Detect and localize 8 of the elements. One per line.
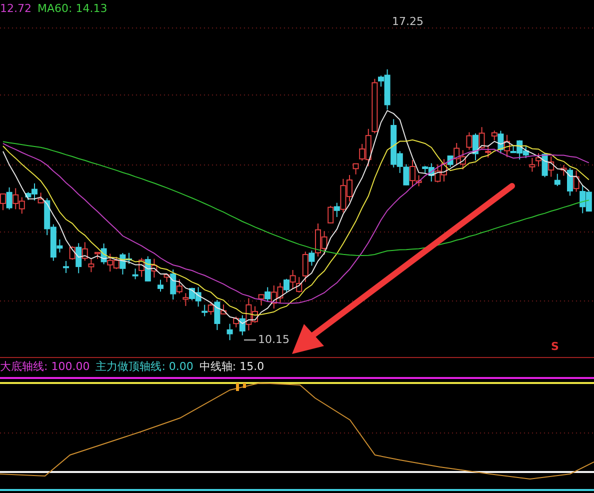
legend-value: MA60: 14.13 <box>38 1 108 17</box>
high-price-label: 17.25 <box>392 15 424 28</box>
legend-value: 12.72 <box>0 1 32 17</box>
indicator-legend-value: 中线轴: 15.0 <box>199 359 264 375</box>
indicator-legend-value: 大底轴线: 100.00 <box>0 359 90 375</box>
low-price-label: 10.15 <box>258 333 290 346</box>
signal-marker: S <box>551 340 559 353</box>
indicator-legend-value: 主力做顶轴线: 0.00 <box>96 359 194 375</box>
